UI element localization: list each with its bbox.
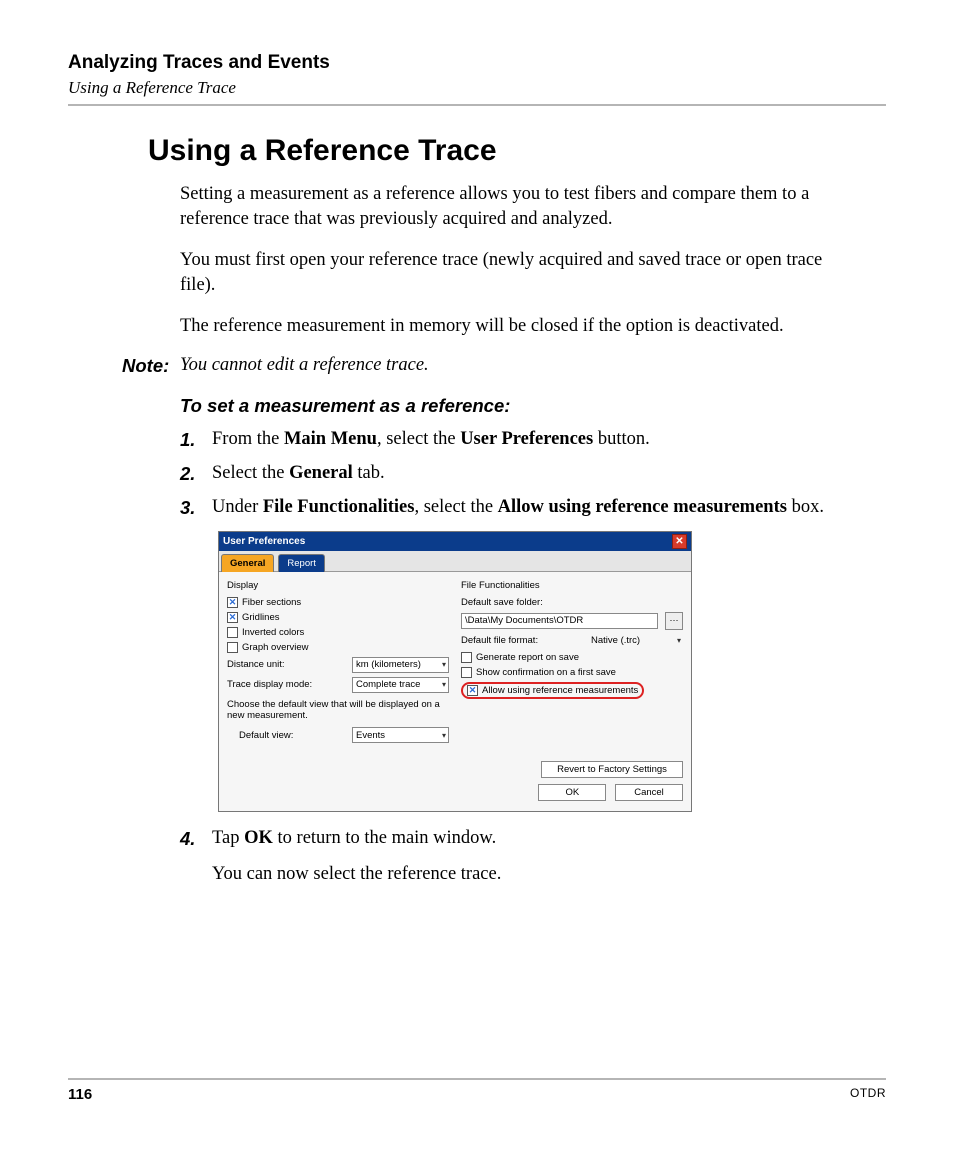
label-default-folder: Default save folder:	[461, 597, 683, 608]
label-default-view: Default view:	[239, 730, 348, 741]
label-allow-reference: Allow using reference measurements	[482, 685, 638, 696]
note-text: You cannot edit a reference trace.	[180, 355, 429, 377]
label-default-format: Default file format:	[461, 635, 584, 646]
label-inverted-colors: Inverted colors	[242, 627, 449, 638]
chevron-down-icon: ▾	[442, 731, 446, 740]
step-number: 3.	[180, 495, 212, 521]
running-header-section: Using a Reference Trace	[68, 78, 886, 98]
label-trace-mode: Trace display mode:	[227, 679, 348, 690]
cancel-button[interactable]: Cancel	[615, 784, 683, 801]
label-gridlines: Gridlines	[242, 612, 449, 623]
intro-paragraph-1: Setting a measurement as a reference all…	[180, 182, 830, 232]
group-title-file: File Functionalities	[461, 580, 683, 591]
browse-button[interactable]: …	[665, 612, 683, 630]
ok-button[interactable]: OK	[538, 784, 606, 801]
file-functionalities-group: File Functionalities Default save folder…	[461, 580, 683, 748]
footer-rule	[68, 1078, 886, 1080]
dialog-titlebar: User Preferences ✕	[219, 532, 691, 551]
group-title-display: Display	[227, 580, 449, 591]
step-1: 1. From the Main Menu, select the User P…	[180, 427, 830, 453]
checkbox-inverted-colors[interactable]	[227, 627, 238, 638]
close-icon[interactable]: ✕	[672, 534, 687, 549]
running-header-chapter: Analyzing Traces and Events	[68, 52, 886, 74]
tab-report[interactable]: Report	[278, 554, 325, 572]
input-default-folder[interactable]: \Data\My Documents\OTDR	[461, 613, 658, 629]
chevron-down-icon: ▾	[442, 660, 446, 669]
select-distance-unit[interactable]: km (kilometers)▾	[352, 657, 449, 673]
highlighted-option: ✕ Allow using reference measurements	[461, 682, 644, 699]
step-4: 4. Tap OK to return to the main window. …	[180, 826, 830, 888]
chevron-down-icon: ▾	[677, 636, 681, 645]
footer-product: OTDR	[850, 1086, 886, 1103]
step-number: 1.	[180, 427, 212, 453]
select-default-view[interactable]: Events▾	[352, 727, 449, 743]
step-4-subtext: You can now select the reference trace.	[212, 862, 830, 888]
intro-paragraph-3: The reference measurement in memory will…	[180, 314, 830, 339]
revert-button[interactable]: Revert to Factory Settings	[541, 761, 683, 778]
label-fiber-sections: Fiber sections	[242, 597, 449, 608]
page-heading: Using a Reference Trace	[148, 134, 886, 168]
dialog-title: User Preferences	[223, 536, 305, 547]
select-default-format[interactable]: Native (.trc)▾	[588, 634, 683, 648]
checkbox-allow-reference[interactable]: ✕	[467, 685, 478, 696]
label-show-confirmation: Show confirmation on a first save	[476, 667, 683, 678]
page-number: 116	[68, 1086, 92, 1103]
step-3: 3. Under File Functionalities, select th…	[180, 495, 830, 521]
checkbox-gridlines[interactable]: ✕	[227, 612, 238, 623]
note-label: Note:	[122, 355, 180, 377]
default-view-hint: Choose the default view that will be dis…	[227, 699, 449, 722]
select-trace-mode[interactable]: Complete trace▾	[352, 677, 449, 693]
label-distance-unit: Distance unit:	[227, 659, 348, 670]
checkbox-generate-report[interactable]	[461, 652, 472, 663]
task-heading: To set a measurement as a reference:	[180, 395, 886, 417]
chevron-down-icon: ▾	[442, 680, 446, 689]
display-group: Display ✕ Fiber sections ✕ Gridlines Inv…	[227, 580, 449, 748]
step-number: 4.	[180, 826, 212, 888]
checkbox-show-confirmation[interactable]	[461, 667, 472, 678]
user-preferences-dialog: User Preferences ✕ General Report Displa…	[218, 531, 692, 813]
checkbox-graph-overview[interactable]	[227, 642, 238, 653]
tab-general[interactable]: General	[221, 554, 274, 572]
label-generate-report: Generate report on save	[476, 652, 683, 663]
label-graph-overview: Graph overview	[242, 642, 449, 653]
dialog-tabs: General Report	[219, 551, 691, 572]
step-number: 2.	[180, 461, 212, 487]
step-2: 2. Select the General tab.	[180, 461, 830, 487]
header-rule	[68, 104, 886, 106]
checkbox-fiber-sections[interactable]: ✕	[227, 597, 238, 608]
intro-paragraph-2: You must first open your reference trace…	[180, 248, 830, 298]
